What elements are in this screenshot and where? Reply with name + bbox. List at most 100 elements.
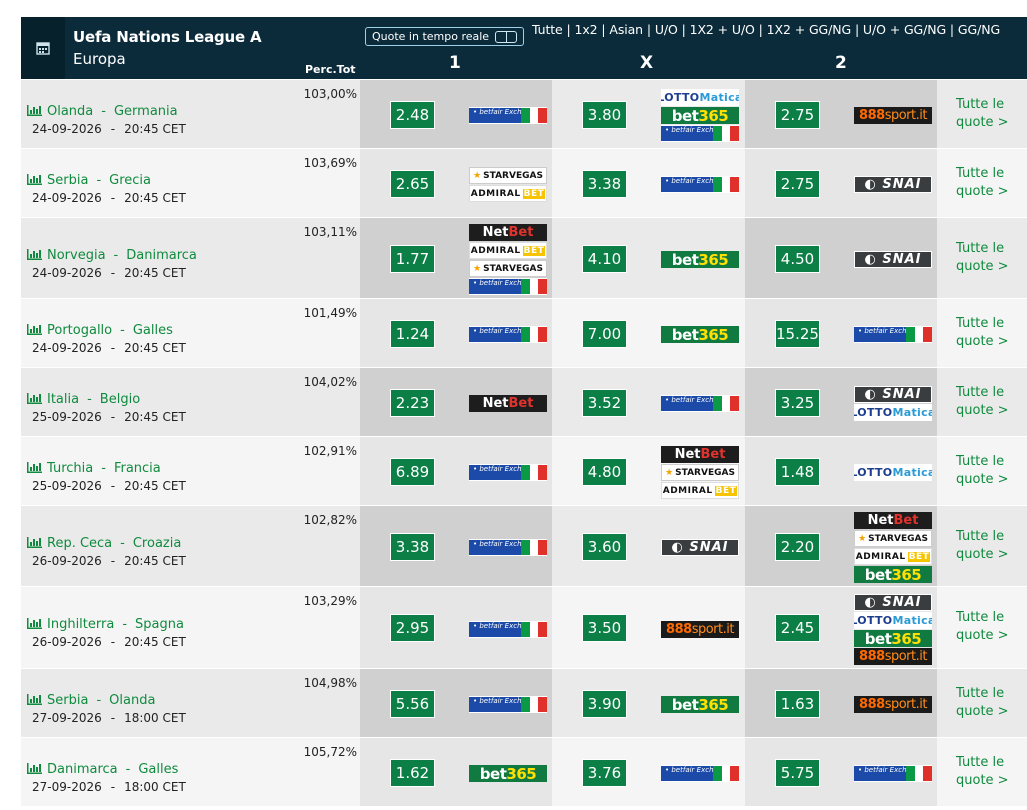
odds-value[interactable]: 2.23 [390, 389, 435, 417]
bookmaker-logo-betfair[interactable]: • betfair Exchange [469, 539, 547, 556]
odds-value[interactable]: 3.38 [582, 170, 627, 198]
match-link[interactable]: Olanda - Germania [27, 104, 178, 119]
bookmaker-logo-888sport[interactable]: 888 sport.it [854, 107, 932, 124]
bookmaker-logo-888sport[interactable]: 888 sport.it [854, 648, 932, 665]
bookmaker-logo-snai[interactable]: ◐ SNAI [854, 386, 932, 403]
betfair-logo-text: • betfair Exchange [469, 327, 539, 342]
all-odds-link[interactable]: Tutte le quote > [956, 754, 1009, 790]
bookmaker-logo-starvegas[interactable]: ★ STARVEGAS [661, 464, 739, 481]
bookmaker-logo-betfair[interactable]: • betfair Exchange [469, 621, 547, 638]
odds-value[interactable]: 2.20 [775, 533, 820, 561]
match-link[interactable]: Norvegia - Danimarca [27, 248, 197, 263]
bookmaker-logo-betfair[interactable]: • betfair Exchange [854, 765, 932, 782]
match-link[interactable]: Serbia - Grecia [27, 173, 151, 188]
all-odds-link[interactable]: Tutte le quote > [956, 240, 1009, 276]
bookmaker-logo-betfair[interactable]: • betfair Exchange [661, 395, 739, 412]
odds-value[interactable]: 4.50 [775, 245, 820, 273]
bookmaker-logo-bet365[interactable]: bet 365 [661, 107, 739, 124]
bookmaker-logo-888sport[interactable]: 888 sport.it [854, 696, 932, 713]
match-link[interactable]: Inghilterra - Spagna [27, 617, 184, 632]
bookmaker-logo-betfair[interactable]: • betfair Exchange [469, 326, 547, 343]
bookmaker-logo-admiralbet[interactable]: ADMIRAL BET [661, 482, 739, 499]
bookmaker-logo-betfair[interactable]: • betfair Exchange [469, 696, 547, 713]
odds-value[interactable]: 3.50 [582, 614, 627, 642]
calendar-button[interactable] [21, 17, 65, 79]
all-odds-link[interactable]: Tutte le quote > [956, 384, 1009, 420]
all-odds-link[interactable]: Tutte le quote > [956, 165, 1009, 201]
bookmaker-logo-bet365[interactable]: bet 365 [661, 326, 739, 343]
bookmaker-logo-betfair[interactable]: • betfair Exchange [661, 125, 739, 142]
bookmaker-logo-betfair[interactable]: • betfair Exchange [469, 464, 547, 481]
odds-value[interactable]: 3.52 [582, 389, 627, 417]
bookmaker-logo-netbet[interactable]: Net Bet [661, 446, 739, 463]
bookmaker-logo-netbet[interactable]: Net Bet [854, 512, 932, 529]
odds-value[interactable]: 1.63 [775, 690, 820, 718]
odds-value[interactable]: 6.89 [390, 458, 435, 486]
odds-value[interactable]: 4.80 [582, 458, 627, 486]
odds-value[interactable]: 3.60 [582, 533, 627, 561]
bookmaker-logo-lottomatica[interactable]: LOTTO Matica [854, 612, 932, 629]
odds-value[interactable]: 3.80 [582, 101, 627, 129]
bookmaker-logo-bet365[interactable]: bet 365 [469, 765, 547, 782]
all-odds-link[interactable]: Tutte le quote > [956, 685, 1009, 721]
bookmaker-logo-betfair[interactable]: • betfair Exchange [469, 107, 547, 124]
all-odds-link[interactable]: Tutte le quote > [956, 96, 1009, 132]
all-odds-link-line1: Tutte le [956, 241, 1005, 256]
odds-value[interactable]: 1.77 [390, 245, 435, 273]
match-link[interactable]: Danimarca - Galles [27, 762, 178, 777]
match-link[interactable]: Italia - Belgio [27, 392, 140, 407]
odds-value[interactable]: 3.76 [582, 759, 627, 787]
all-odds-link[interactable]: Tutte le quote > [956, 315, 1009, 351]
odds-value[interactable]: 3.25 [775, 389, 820, 417]
odds-value[interactable]: 3.38 [390, 533, 435, 561]
bookmaker-logo-snai[interactable]: ◐ SNAI [661, 539, 739, 556]
bookmaker-logo-snai[interactable]: ◐ SNAI [854, 251, 932, 268]
odds-value[interactable]: 3.90 [582, 690, 627, 718]
bookmaker-logo-netbet[interactable]: Net Bet [469, 224, 547, 241]
bookmaker-logo-bet365[interactable]: bet 365 [854, 630, 932, 647]
bookmaker-logo-bet365[interactable]: bet 365 [661, 696, 739, 713]
odds-value[interactable]: 2.48 [390, 101, 435, 129]
odds-value[interactable]: 1.48 [775, 458, 820, 486]
live-odds-toggle[interactable]: Quote in tempo reale [365, 27, 525, 46]
bookmaker-logo-betfair[interactable]: • betfair Exchange [661, 176, 739, 193]
bookmaker-logo-starvegas[interactable]: ★ STARVEGAS [469, 260, 547, 277]
odds-value[interactable]: 2.95 [390, 614, 435, 642]
odds-value[interactable]: 1.62 [390, 759, 435, 787]
odds-value[interactable]: 1.24 [390, 320, 435, 348]
bookmaker-logo-betfair[interactable]: • betfair Exchange [854, 326, 932, 343]
odds-value[interactable]: 5.56 [390, 690, 435, 718]
bookmaker-logo-netbet[interactable]: Net Bet [469, 395, 547, 412]
bookmaker-logo-betfair[interactable]: • betfair Exchange [661, 765, 739, 782]
odds-value[interactable]: 2.75 [775, 170, 820, 198]
match-link[interactable]: Serbia - Olanda [27, 693, 155, 708]
odds-value[interactable]: 5.75 [775, 759, 820, 787]
odds-value[interactable]: 2.75 [775, 101, 820, 129]
odds-value[interactable]: 2.65 [390, 170, 435, 198]
bookmaker-logo-admiralbet[interactable]: ADMIRAL BET [854, 548, 932, 565]
bookmaker-logo-admiralbet[interactable]: ADMIRAL BET [469, 185, 547, 202]
all-odds-link[interactable]: Tutte le quote > [956, 609, 1009, 645]
match-link[interactable]: Portogallo - Galles [27, 323, 173, 338]
odds-value[interactable]: 4.10 [582, 245, 627, 273]
bookmaker-logo-starvegas[interactable]: ★ STARVEGAS [469, 167, 547, 184]
market-filter-links[interactable]: Tutte | 1x2 | Asian | U/O | 1X2 + U/O | … [532, 22, 1000, 37]
bookmaker-logo-lottomatica[interactable]: LOTTO Matica [854, 404, 932, 421]
bookmaker-logo-bet365[interactable]: bet 365 [854, 566, 932, 583]
bookmaker-logo-starvegas[interactable]: ★ STARVEGAS [854, 530, 932, 547]
odds-value[interactable]: 7.00 [582, 320, 627, 348]
match-link[interactable]: Turchia - Francia [27, 461, 161, 476]
bookmaker-logo-lottomatica[interactable]: LOTTO Matica [661, 89, 739, 106]
all-odds-link[interactable]: Tutte le quote > [956, 453, 1009, 489]
bookmaker-logo-admiralbet[interactable]: ADMIRAL BET [469, 242, 547, 259]
bookmaker-logo-snai[interactable]: ◐ SNAI [854, 176, 932, 193]
odds-value[interactable]: 2.45 [775, 614, 820, 642]
odds-value[interactable]: 15.25 [775, 320, 820, 348]
bookmaker-logo-lottomatica[interactable]: LOTTO Matica [854, 464, 932, 481]
bookmaker-logo-betfair[interactable]: • betfair Exchange [469, 278, 547, 295]
bookmaker-logo-snai[interactable]: ◐ SNAI [854, 594, 932, 611]
all-odds-link[interactable]: Tutte le quote > [956, 528, 1009, 564]
bookmaker-logo-888sport[interactable]: 888 sport.it [661, 621, 739, 638]
bookmaker-logo-bet365[interactable]: bet 365 [661, 251, 739, 268]
match-link[interactable]: Rep. Ceca - Croazia [27, 536, 181, 551]
